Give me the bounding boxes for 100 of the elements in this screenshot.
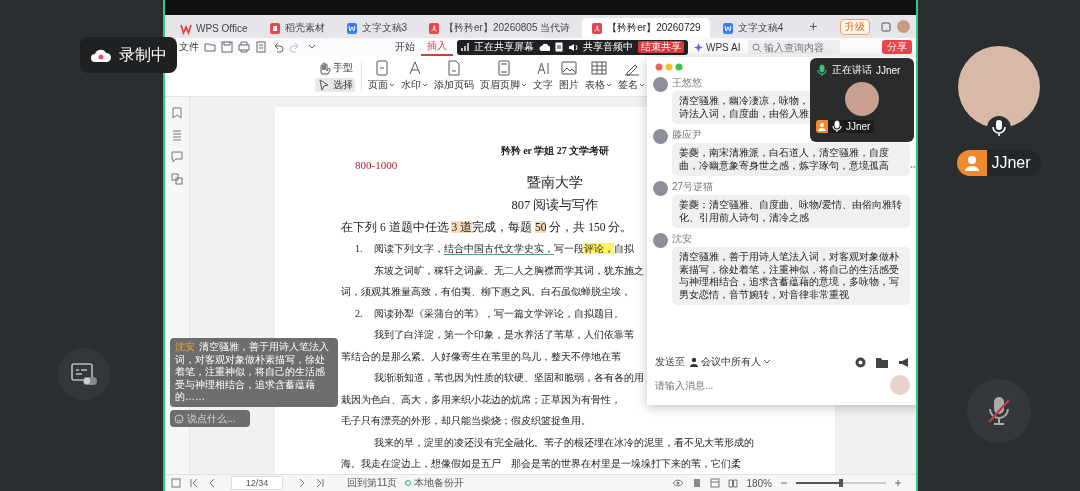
participant-name: JJner <box>991 154 1031 172</box>
microphone-icon <box>816 63 828 77</box>
page-view-icon[interactable] <box>692 478 703 488</box>
print-preview-icon[interactable] <box>255 41 267 53</box>
pdf-icon <box>428 21 441 35</box>
list-number: 1. <box>355 243 363 254</box>
tool-button[interactable]: 选择 <box>315 77 355 92</box>
new-tab-button[interactable]: + <box>809 17 818 34</box>
tab[interactable]: 稻壳素材 <box>259 18 334 38</box>
web-view-icon[interactable] <box>710 478 721 488</box>
sender-name: 滕应尹 <box>672 129 703 141</box>
avatar[interactable] <box>897 20 910 33</box>
ribbon-button[interactable]: 水印 <box>401 60 428 92</box>
tab[interactable]: 文字文稿4 <box>712 18 793 38</box>
first-page-icon[interactable] <box>189 478 199 488</box>
cloud-icon <box>90 47 112 63</box>
comment-input[interactable]: 说点什么... <box>170 410 250 427</box>
file-menu[interactable]: 文件 <box>179 40 199 54</box>
text-icon <box>535 60 551 76</box>
reading-view-icon[interactable] <box>728 478 739 488</box>
compare-icon[interactable] <box>171 173 183 185</box>
microphone-glyph-icon <box>992 120 1006 136</box>
chat-message: 清空骚雅，善于用诗人笔法入词，对客观对象做朴素描写，徐处着笔，注重神似，将自己的生活感受与神理相结合，追求含蓄蕴藉的意境，多咏物，写男女恋情，音节婉转，对音律非常重视 <box>672 247 910 305</box>
upgrade-button[interactable]: 升级 <box>840 18 870 35</box>
next-page-icon[interactable] <box>297 478 307 488</box>
cursor-icon <box>317 77 331 92</box>
message-input[interactable]: 请输入消息... <box>655 379 884 391</box>
ribbon-button[interactable]: 页面 <box>368 60 395 92</box>
chat-message: 姜夔，南宋清雅派，白石道人，清空骚雅，自度曲，冷幽意象寄身世之感，炼字琢句，意境孤高 <box>672 143 910 176</box>
image-icon <box>561 60 577 76</box>
comment-icon[interactable] <box>171 151 183 163</box>
tab[interactable]: WPS Office <box>171 18 257 38</box>
ribbon-button[interactable]: 添加页码 <box>434 60 474 92</box>
eye-icon[interactable] <box>672 479 685 487</box>
ribbon-button[interactable]: 图片 <box>559 60 579 92</box>
speaking-status: 正在讲话 <box>832 63 872 77</box>
sparkle-icon[interactable] <box>694 42 703 52</box>
previous-page-icon[interactable] <box>207 478 217 488</box>
back-link[interactable]: 回到第11页 <box>347 476 398 490</box>
redo-icon[interactable] <box>289 41 301 53</box>
avatar <box>653 181 668 196</box>
captions-button[interactable] <box>58 348 110 400</box>
zoom-in-icon[interactable] <box>894 479 902 487</box>
share-button[interactable]: 分享 <box>882 40 912 54</box>
signal-bars-icon <box>461 43 469 51</box>
sender-name: 王悠悠 <box>672 77 703 89</box>
hand-icon <box>317 60 331 75</box>
stop-sharing-button[interactable]: 结束共享 <box>638 41 684 53</box>
window-controls-icon[interactable] <box>655 63 685 71</box>
document-icon[interactable] <box>555 42 563 52</box>
document-line: 海。我走在淀边上，想像假如是五尸 那会是苇的世界在村里是一垛垛打下来的苇，它们柔 <box>341 457 741 471</box>
page-number-field[interactable]: 12/34 <box>231 476 283 490</box>
microphone-icon <box>831 120 843 133</box>
emoji-icon[interactable] <box>855 356 866 368</box>
page-icon <box>373 60 390 76</box>
document-line: 我来的早，淀里的凌还没有完全融化。苇子的根还埋在冰冷的泥里，看不见大苇形成的 <box>374 435 754 450</box>
zoom-level: 180% <box>746 477 772 489</box>
last-page-icon[interactable] <box>315 478 325 488</box>
document-line: 词，须观其雅量高致，有伯夷、柳下惠之风。白石虽似蝉脱尘埃， <box>341 285 631 299</box>
score-range: 800-1000 <box>355 158 398 172</box>
ai-button[interactable]: WPS AI <box>706 41 741 53</box>
speaker-icon <box>568 42 578 52</box>
document-line: 栽因为色白、高大，多用来织小花边的炕席；正草因为有骨性， <box>341 392 621 407</box>
tool-button[interactable]: 手型 <box>315 60 355 75</box>
tab[interactable]: 文字文稿3 <box>336 18 417 38</box>
backup-status[interactable]: 本地备份开 <box>414 476 465 490</box>
save-icon[interactable] <box>221 41 233 53</box>
ribbon-button[interactable]: 页眉页脚 <box>480 60 527 92</box>
print-icon[interactable] <box>238 41 250 53</box>
zoom-out-icon[interactable] <box>780 479 788 487</box>
ribbon-button[interactable]: 表格 <box>585 60 612 92</box>
document-line: 阅读下列文字，结合中国古代文学史实，写一段评论，自拟 <box>374 242 634 257</box>
ribbon-tab[interactable]: 开始 <box>389 38 421 56</box>
document-line: 在下列 6 道题中任选 3 道完成，每题 50 分，共 150 分。 <box>341 220 633 235</box>
slider-thumb[interactable] <box>839 479 843 487</box>
panel-icon[interactable] <box>171 478 181 488</box>
tab[interactable]: 【矜矜er】20260729 <box>582 18 710 38</box>
caret-icon[interactable] <box>763 359 771 365</box>
tab[interactable]: 【矜矜er】20260805 当代诗 <box>419 18 580 38</box>
user-badge-icon <box>816 120 828 133</box>
search-icon <box>752 42 762 52</box>
folder-icon[interactable] <box>876 356 888 368</box>
recording-label: 录制中 <box>119 44 167 65</box>
document-icon <box>268 21 281 35</box>
window-icon[interactable] <box>881 21 891 32</box>
document-icon <box>721 21 734 35</box>
ribbon-button[interactable]: 签名 <box>618 60 645 92</box>
cloud-icon[interactable] <box>539 42 550 52</box>
document-icon <box>345 21 358 35</box>
recipient-selector[interactable]: 会议中所有人 <box>701 355 761 369</box>
send-to-label: 发送至 <box>655 355 685 369</box>
megaphone-icon[interactable] <box>898 356 910 368</box>
undo-icon[interactable] <box>272 41 284 53</box>
ribbon-button[interactable]: 文字 <box>533 60 553 92</box>
speaker-name: JJner <box>876 64 901 76</box>
bookmark-icon[interactable] <box>171 107 183 119</box>
avatar <box>845 82 879 116</box>
document-line: 苇结合的是那么紧。人好像寄生在苇里的鸟儿，整天不停地在苇 <box>341 349 621 364</box>
search-field[interactable]: 输入查询内容 <box>748 40 841 54</box>
outline-icon[interactable] <box>171 129 183 141</box>
